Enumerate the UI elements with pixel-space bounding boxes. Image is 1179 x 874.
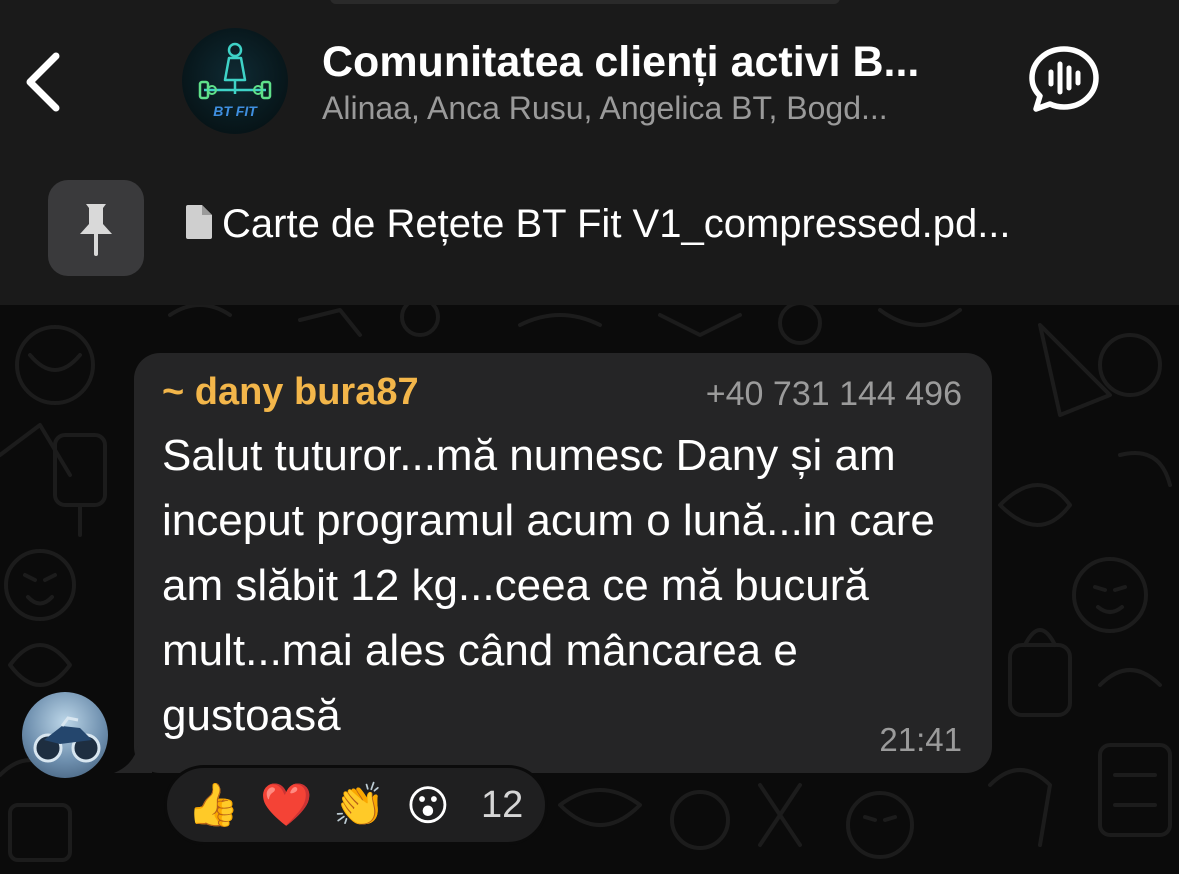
pinned-document-name: Carte de Rețete BT Fit V1_compressed.pd.… bbox=[222, 202, 1011, 246]
svg-text:BT FIT: BT FIT bbox=[213, 103, 258, 119]
sender-avatar[interactable] bbox=[22, 692, 108, 778]
surprised-face-reaction[interactable]: 😮 bbox=[406, 781, 479, 830]
pinned-document[interactable]: Carte de Rețete BT Fit V1_compressed.pd.… bbox=[184, 202, 1144, 252]
message-timestamp: 21:41 bbox=[879, 721, 962, 758]
sender-phone: +40 731 144 496 bbox=[705, 375, 962, 413]
reaction-count: 12 bbox=[481, 783, 524, 826]
chat-header: BT FIT Comunitatea clienți activi B... A… bbox=[0, 0, 1179, 150]
clapping-hands-reaction[interactable]: 👏 bbox=[333, 780, 406, 830]
dynamic-island bbox=[330, 0, 840, 4]
group-title[interactable]: Comunitatea clienți activi B... bbox=[322, 38, 1002, 87]
pin-button[interactable] bbox=[48, 180, 144, 276]
document-icon bbox=[186, 204, 212, 239]
voice-chat-button[interactable] bbox=[1026, 44, 1102, 114]
pin-icon bbox=[80, 204, 112, 256]
chat-area[interactable]: ~ dany bura87 +40 731 144 496 Salut tutu… bbox=[0, 305, 1179, 874]
message-bubble[interactable]: ~ dany bura87 +40 731 144 496 Salut tutu… bbox=[134, 353, 992, 773]
voice-chat-icon bbox=[1029, 46, 1099, 112]
sender-name[interactable]: ~ dany bura87 bbox=[162, 371, 419, 414]
thumbs-up-reaction[interactable]: 👍 bbox=[187, 780, 260, 830]
group-members-list[interactable]: Alinaa, Anca Rusu, Angelica BT, Bogd... bbox=[322, 90, 1002, 127]
motorcycle-avatar-icon bbox=[33, 716, 101, 763]
red-heart-reaction[interactable]: ❤️ bbox=[260, 780, 333, 830]
back-button[interactable] bbox=[18, 44, 74, 120]
chevron-left-icon bbox=[26, 52, 60, 112]
reactions-bar[interactable]: 👍 ❤️ 👏 😮 12 bbox=[164, 765, 548, 845]
message-text: Salut tuturor...mă numesc Dany și am inc… bbox=[162, 431, 935, 740]
bt-fit-logo-icon: BT FIT bbox=[198, 42, 272, 119]
pinned-message-bar[interactable]: Carte de Rețete BT Fit V1_compressed.pd.… bbox=[0, 150, 1179, 305]
bubble-tail bbox=[114, 745, 152, 773]
group-avatar[interactable]: BT FIT bbox=[182, 28, 288, 134]
